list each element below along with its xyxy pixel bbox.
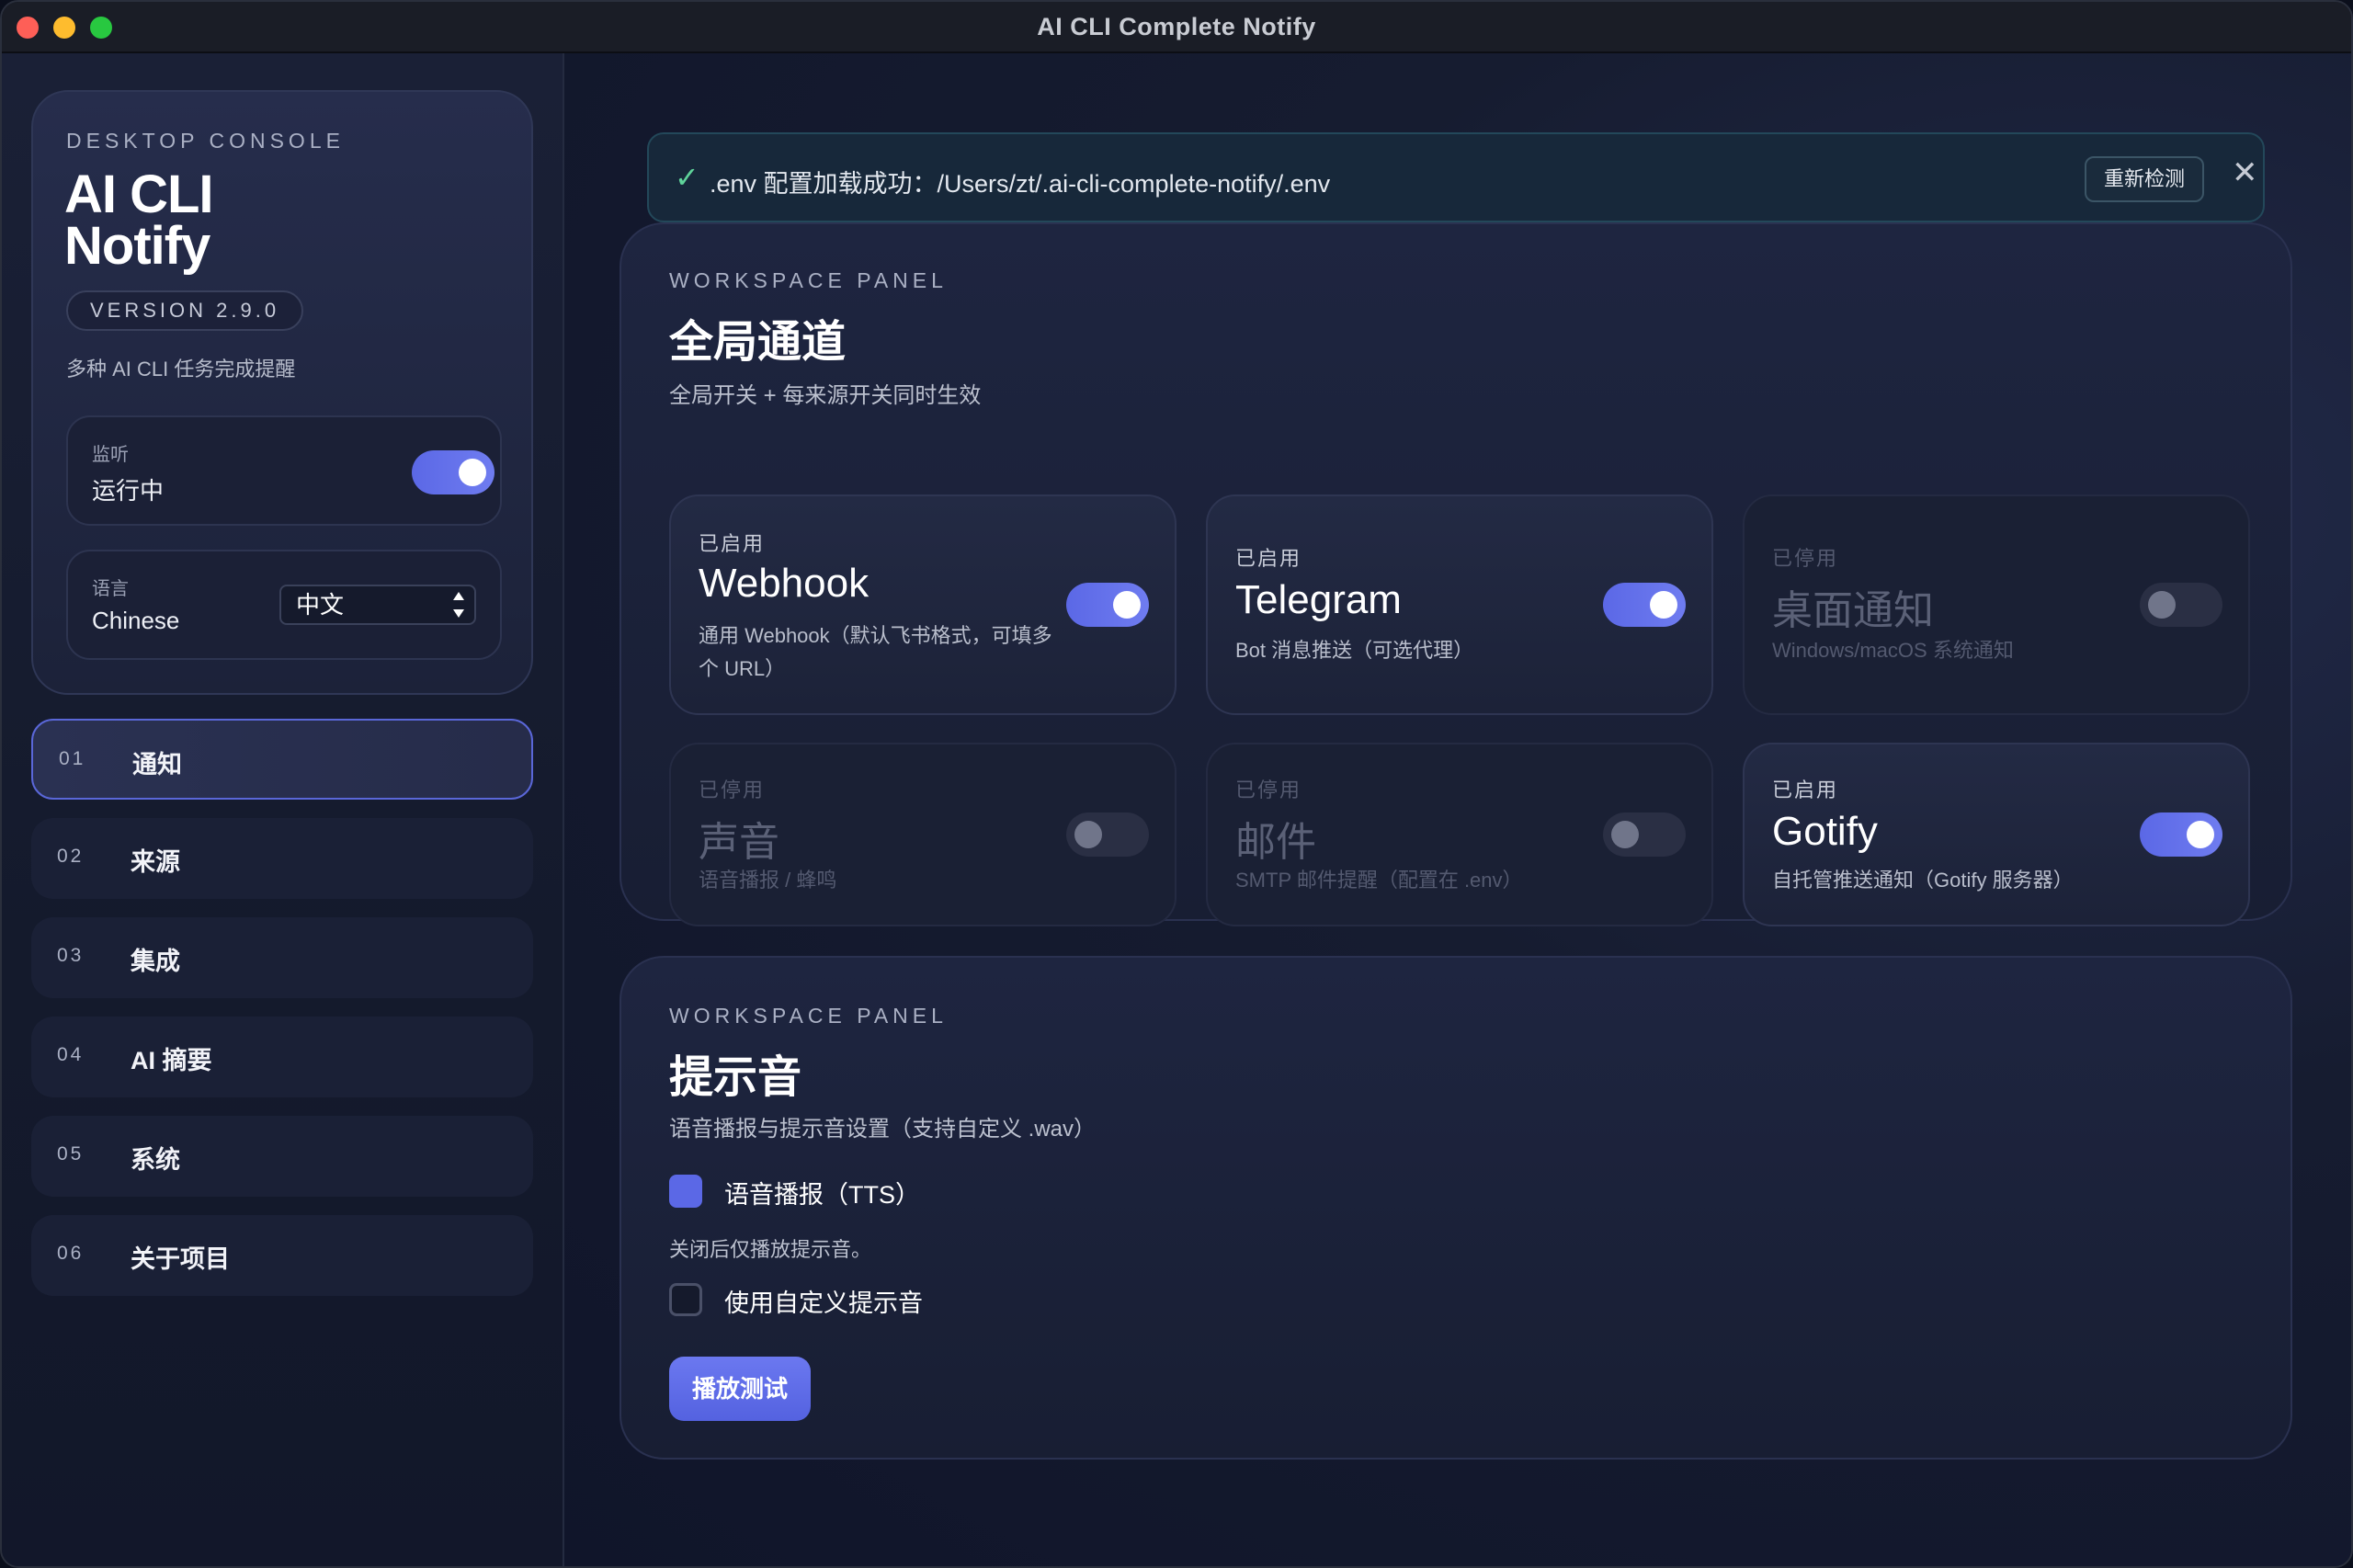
channel-description: 通用 Webhook（默认飞书格式，可填多个 URL）	[699, 624, 1052, 680]
main-content: ✓ .env 配置加载成功：/Users/zt/.ai-cli-complete…	[564, 53, 2351, 1566]
tts-hint: 关闭后仅播放提示音。	[669, 1238, 872, 1261]
channel-toggle-webhook[interactable]	[1066, 583, 1149, 627]
language-select[interactable]: 中文	[279, 585, 476, 625]
version-badge: VERSION 2.9.0	[66, 290, 304, 331]
app-title: AI CLI Notify	[64, 165, 340, 276]
toggle-knob	[459, 459, 486, 486]
toggle-knob	[2148, 591, 2176, 619]
channel-name: Webhook	[699, 561, 870, 606]
panel-eyebrow: WORKSPACE PANEL	[669, 268, 948, 292]
channel-card-email: 已停用 邮件 SMTP 邮件提醒（配置在 .env）	[1206, 743, 1713, 926]
channel-toggle-telegram[interactable]	[1603, 583, 1686, 627]
nav-item-sources[interactable]: 02 来源	[31, 818, 533, 899]
nav-number: 02	[57, 846, 85, 867]
custom-sound-checkbox[interactable]	[669, 1283, 702, 1316]
monitor-toggle[interactable]	[412, 450, 494, 494]
language-select-value: 中文	[296, 591, 345, 619]
tts-label: 语音播报（TTS）	[724, 1181, 920, 1209]
recheck-button[interactable]: 重新检测	[2085, 156, 2204, 202]
brand-card: DESKTOP CONSOLE AI CLI Notify VERSION 2.…	[31, 90, 533, 695]
app-window: AI CLI Complete Notify DESKTOP CONSOLE A…	[0, 0, 2353, 1568]
env-status-banner: ✓ .env 配置加载成功：/Users/zt/.ai-cli-complete…	[647, 132, 2265, 222]
nav-label: AI 摘要	[131, 1047, 212, 1074]
channel-description: 自托管推送通知（Gotify 服务器）	[1772, 869, 2074, 892]
window-title: AI CLI Complete Notify	[1037, 13, 1316, 40]
brand-eyebrow: DESKTOP CONSOLE	[66, 129, 345, 153]
channel-card-telegram: 已启用 Telegram Bot 消息推送（可选代理）	[1206, 494, 1713, 715]
language-card: 语言 Chinese 中文	[66, 550, 502, 660]
channel-card-desktop: 已停用 桌面通知 Windows/macOS 系统通知	[1743, 494, 2250, 715]
nav-item-system[interactable]: 05 系统	[31, 1116, 533, 1197]
nav-label: 通知	[132, 751, 182, 778]
custom-sound-label: 使用自定义提示音	[724, 1290, 923, 1317]
nav-label: 关于项目	[131, 1245, 230, 1273]
channel-toggle-sound[interactable]	[1066, 812, 1149, 857]
monitor-status: 运行中	[92, 477, 165, 505]
select-arrows-icon	[452, 592, 465, 618]
nav-item-integrations[interactable]: 03 集成	[31, 917, 533, 998]
toggle-knob	[1611, 821, 1639, 848]
channel-name: Gotify	[1772, 809, 1878, 854]
app-title-line1: AI CLI	[64, 165, 214, 224]
app-title-line2: Notify	[64, 216, 210, 276]
channel-name: 邮件	[1235, 820, 1316, 865]
nav-number: 05	[57, 1143, 85, 1165]
nav-label: 来源	[131, 848, 180, 876]
channels-panel: WORKSPACE PANEL 全局通道 全局开关 + 每来源开关同时生效 已启…	[620, 222, 2292, 926]
channel-toggle-gotify[interactable]	[2140, 812, 2222, 857]
channel-description: SMTP 邮件提醒（配置在 .env）	[1235, 869, 1523, 892]
channel-name: 桌面通知	[1772, 588, 1934, 633]
title-bar: AI CLI Complete Notify	[2, 2, 2351, 53]
monitor-card: 监听 运行中	[66, 415, 502, 526]
nav-label: 系统	[131, 1146, 180, 1174]
app-description: 多种 AI CLI 任务完成提醒	[66, 358, 296, 381]
channel-card-webhook: 已启用 Webhook 通用 Webhook（默认飞书格式，可填多个 URL）	[669, 494, 1176, 715]
toggle-knob	[1113, 591, 1141, 619]
panel-eyebrow: WORKSPACE PANEL	[669, 1004, 948, 1028]
nav-number: 04	[57, 1044, 85, 1065]
nav-item-ai-summary[interactable]: 04 AI 摘要	[31, 1017, 533, 1097]
sound-panel: WORKSPACE PANEL 提示音 语音播报与提示音设置（支持自定义 .wa…	[620, 956, 2292, 1460]
nav-label: 集成	[131, 948, 180, 975]
nav-number: 01	[59, 748, 86, 769]
language-label: 语言	[92, 579, 129, 599]
nav-item-notify[interactable]: 01 通知	[31, 719, 533, 800]
channel-status: 已启用	[1235, 547, 1302, 570]
sidebar: DESKTOP CONSOLE AI CLI Notify VERSION 2.…	[2, 53, 564, 1566]
panel-title: 全局通道	[669, 318, 847, 367]
channel-name: Telegram	[1235, 577, 1402, 622]
channel-card-sound: 已停用 声音 语音播报 / 蜂鸣	[669, 743, 1176, 926]
toggle-knob	[1650, 591, 1677, 619]
channel-description: 语音播报 / 蜂鸣	[699, 869, 837, 892]
panel-title: 提示音	[669, 1053, 802, 1102]
nav-item-about[interactable]: 06 关于项目	[31, 1215, 533, 1296]
tts-checkbox[interactable]	[669, 1175, 702, 1208]
close-icon[interactable]: ✕	[2232, 154, 2258, 191]
panel-subtitle: 全局开关 + 每来源开关同时生效	[669, 383, 982, 408]
monitor-label: 监听	[92, 445, 129, 465]
toggle-knob	[1074, 821, 1102, 848]
channel-status: 已停用	[1772, 547, 1839, 570]
channel-status: 已停用	[699, 778, 766, 801]
panel-subtitle: 语音播报与提示音设置（支持自定义 .wav）	[669, 1117, 1097, 1142]
channel-name: 声音	[699, 820, 779, 865]
toggle-knob	[2187, 821, 2214, 848]
channel-status: 已停用	[1235, 778, 1302, 801]
nav-number: 06	[57, 1243, 85, 1264]
check-icon: ✓	[675, 161, 699, 194]
channel-description: Windows/macOS 系统通知	[1772, 639, 2014, 662]
channel-card-gotify: 已启用 Gotify 自托管推送通知（Gotify 服务器）	[1743, 743, 2250, 926]
nav-number: 03	[57, 945, 85, 966]
play-test-button[interactable]: 播放测试	[669, 1357, 811, 1421]
channel-status: 已启用	[1772, 778, 1839, 801]
channel-description: Bot 消息推送（可选代理）	[1235, 639, 1474, 662]
channel-toggle-email[interactable]	[1603, 812, 1686, 857]
channel-status: 已启用	[699, 532, 766, 555]
channel-toggle-desktop[interactable]	[2140, 583, 2222, 627]
banner-message: .env 配置加载成功：/Users/zt/.ai-cli-complete-n…	[710, 170, 1331, 198]
language-value: Chinese	[92, 607, 180, 634]
